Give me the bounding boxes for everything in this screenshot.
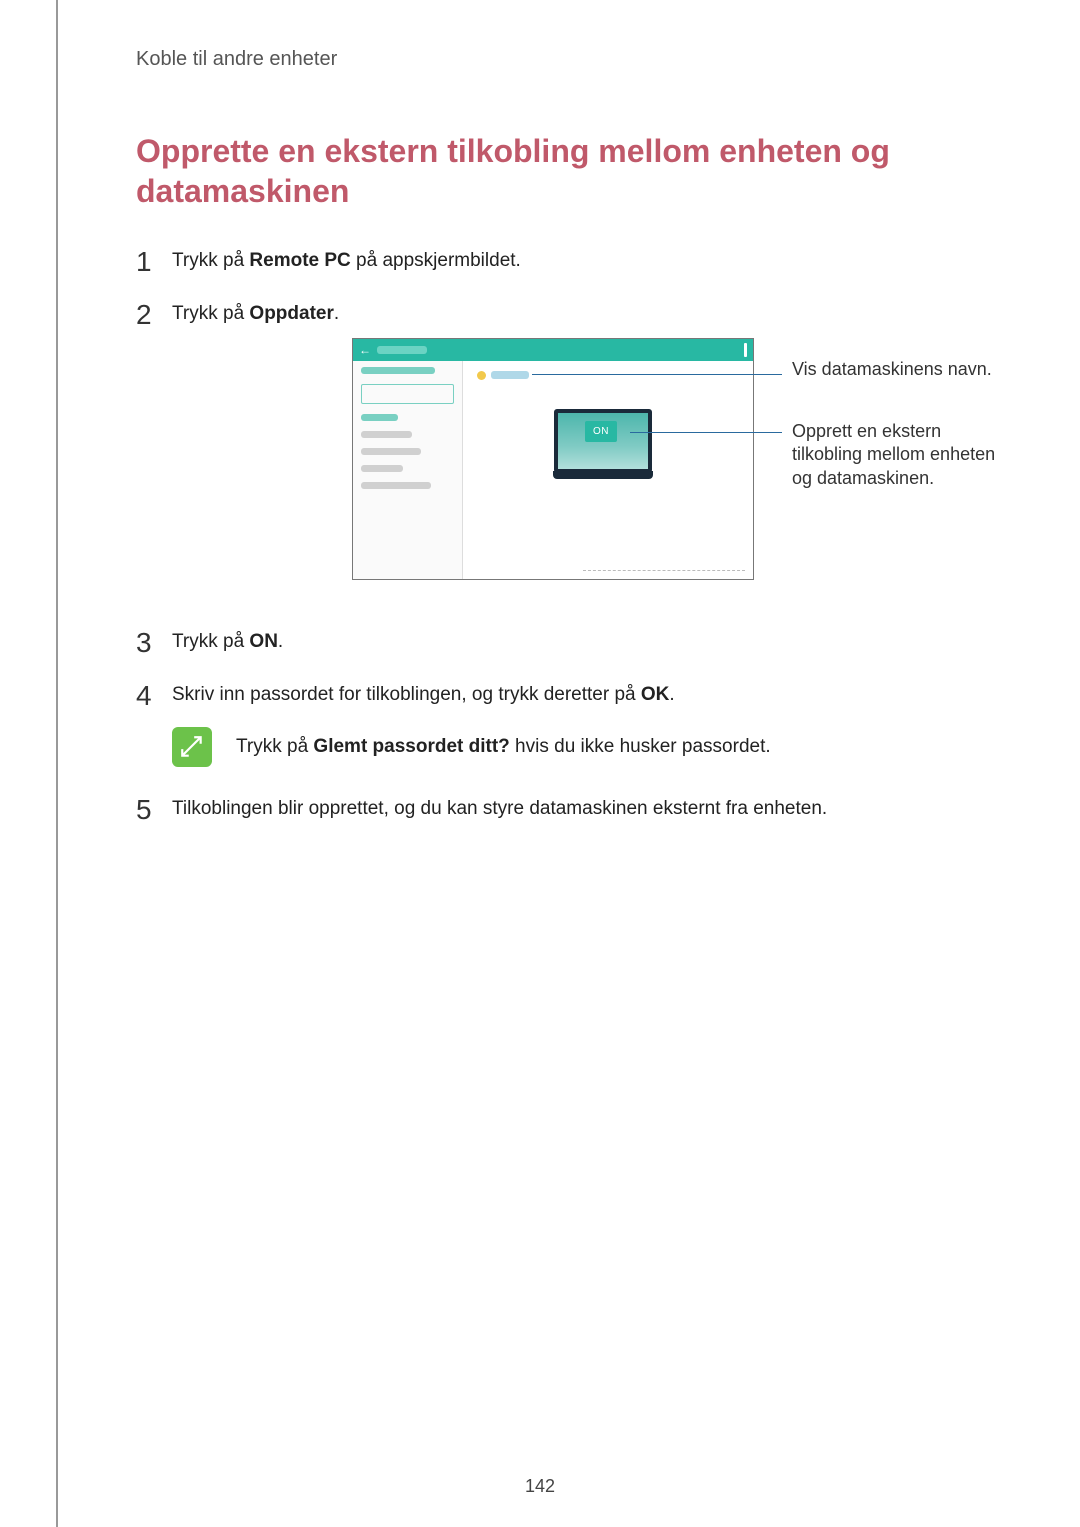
callout-pc-name: Vis datamaskinens navn. (792, 358, 992, 381)
on-badge: ON (585, 421, 617, 442)
note-bold: Glemt passordet ditt? (313, 736, 509, 757)
step-3: Trykk på ON. (136, 628, 1002, 657)
step-2: Trykk på Oppdater. ← (136, 300, 1002, 599)
callout-line-2 (630, 432, 782, 433)
note-pre: Trykk på (236, 736, 313, 757)
step-1-bold: Remote PC (249, 250, 350, 271)
laptop-icon (553, 409, 653, 477)
menu-icon (744, 343, 747, 357)
tablet-header: ← (353, 339, 753, 361)
page-title: Opprette en ekstern tilkobling mellom en… (136, 131, 1002, 211)
note-post: hvis du ikke husker passordet. (510, 736, 771, 757)
note-icon (172, 727, 212, 767)
step-2-bold: Oppdater (249, 303, 333, 324)
step-1-pre: Trykk på (172, 250, 249, 271)
step-2-post: . (334, 303, 339, 324)
step-5-text: Tilkoblingen blir opprettet, og du kan s… (172, 798, 827, 819)
tablet-main: ON (463, 361, 753, 579)
note: Trykk på Glemt passordet ditt? hvis du i… (172, 727, 1002, 767)
tablet-sidebar (353, 361, 463, 579)
step-3-pre: Trykk på (172, 631, 249, 652)
header-title-blur (377, 346, 427, 354)
step-1-post: på appskjermbildet. (351, 250, 521, 271)
figure: ← (352, 338, 1052, 598)
page-number: 142 (0, 1476, 1080, 1497)
pc-status-dot-icon (477, 371, 486, 380)
breadcrumb: Koble til andre enheter (136, 48, 1002, 71)
step-3-post: . (278, 631, 283, 652)
back-arrow-icon: ← (359, 341, 371, 359)
divider-dashed (583, 570, 745, 571)
step-4-post: . (669, 684, 674, 705)
callout-line-1 (532, 374, 782, 375)
step-4: Skriv inn passordet for tilkoblingen, og… (136, 681, 1002, 768)
pc-name-blur (491, 371, 529, 379)
step-4-pre: Skriv inn passordet for tilkoblingen, og… (172, 684, 641, 705)
callout-connect: Opprett en ekstern tilkobling mellom enh… (792, 420, 1012, 490)
step-1: Trykk på Remote PC på appskjermbildet. (136, 247, 1002, 276)
step-2-pre: Trykk på (172, 303, 249, 324)
step-4-bold: OK (641, 684, 670, 705)
step-3-bold: ON (249, 631, 278, 652)
step-5: Tilkoblingen blir opprettet, og du kan s… (136, 795, 1002, 824)
note-text: Trykk på Glemt passordet ditt? hvis du i… (236, 727, 771, 762)
